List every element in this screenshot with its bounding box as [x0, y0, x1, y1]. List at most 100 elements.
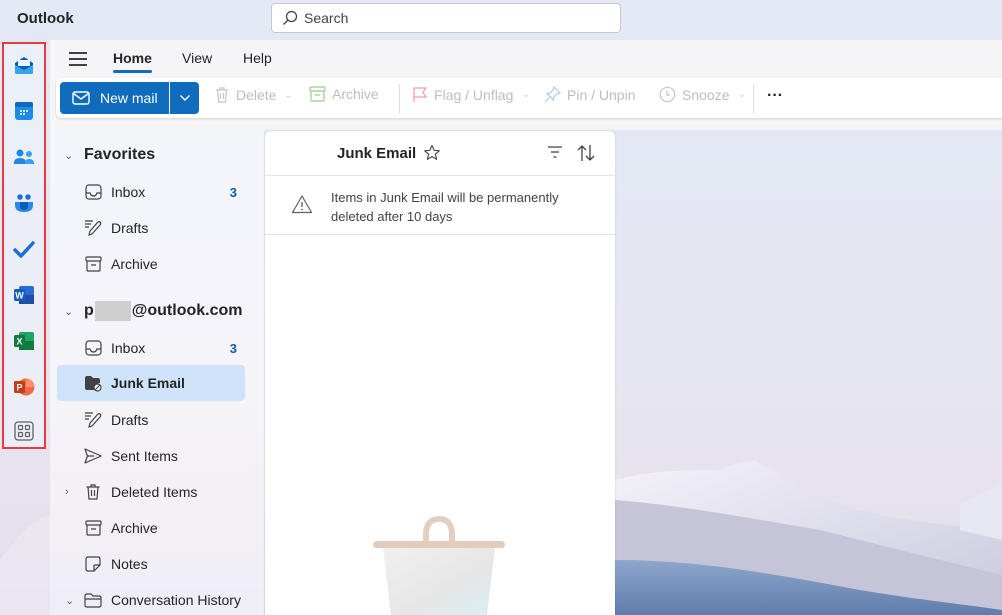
- empty-bin-illustration: [373, 515, 505, 615]
- toolbar: New mail Delete ⌄ Archive Flag / Unflag …: [56, 78, 1002, 118]
- flag-button[interactable]: Flag / Unflag ⌄: [412, 86, 530, 103]
- filter-icon[interactable]: [546, 145, 564, 159]
- tab-help[interactable]: Help: [243, 50, 272, 66]
- rail-mail[interactable]: [12, 53, 36, 77]
- favorite-star-icon[interactable]: [423, 144, 441, 162]
- folder-label: Drafts: [111, 412, 149, 428]
- account-header[interactable]: ⌄ p @outlook.com: [64, 301, 243, 321]
- folder-label: Sent Items: [111, 448, 178, 464]
- search-input[interactable]: [304, 10, 604, 26]
- account-notes[interactable]: Notes: [57, 546, 245, 582]
- chevron-down-icon[interactable]: ⌄: [65, 594, 74, 607]
- favorites-inbox[interactable]: Inbox 3: [57, 174, 245, 210]
- trash-icon: [216, 87, 228, 103]
- favorites-header[interactable]: ⌄ Favorites: [64, 146, 155, 164]
- word-icon: W: [14, 286, 34, 304]
- snooze-label: Snooze: [682, 86, 730, 103]
- archive-button[interactable]: Archive: [309, 86, 379, 102]
- folder-label: Archive: [111, 520, 158, 536]
- folder-label: Inbox: [111, 184, 146, 200]
- folder-title: Junk Email: [337, 145, 417, 162]
- archive-icon: [309, 86, 326, 102]
- hamburger-menu-button[interactable]: [69, 52, 87, 66]
- rail-calendar[interactable]: [12, 99, 36, 123]
- chevron-down-icon: ⌄: [284, 89, 293, 101]
- flag-label: Flag / Unflag: [434, 86, 514, 103]
- rail-todo[interactable]: [12, 237, 36, 261]
- account-archive[interactable]: Archive: [57, 510, 245, 546]
- folder-pane: ⌄ Favorites Inbox 3 Drafts Archive ⌄ p @…: [50, 130, 264, 615]
- new-mail-dropdown-button[interactable]: [170, 82, 199, 114]
- powerpoint-icon: P: [14, 378, 35, 396]
- delete-button[interactable]: Delete ⌄: [214, 86, 293, 104]
- chevron-right-icon[interactable]: ›: [65, 486, 69, 498]
- new-mail-label: New mail: [100, 90, 158, 106]
- tab-home[interactable]: Home: [113, 50, 152, 73]
- account-drafts[interactable]: Drafts: [57, 402, 245, 438]
- junk-icon: [84, 374, 102, 392]
- pin-icon: [544, 86, 561, 103]
- snooze-button[interactable]: Snooze ⌄: [659, 86, 746, 103]
- chevron-down-icon: ⌄: [737, 89, 746, 100]
- account-deleted-items[interactable]: › Deleted Items: [57, 474, 245, 510]
- ribbon: Home View Help New mail Delete ⌄ Archive…: [50, 40, 1002, 130]
- favorites-archive[interactable]: Archive: [57, 246, 245, 282]
- more-options-button[interactable]: ···: [767, 87, 783, 105]
- folder-label: Inbox: [111, 340, 146, 356]
- favorites-drafts[interactable]: Drafts: [57, 210, 245, 246]
- unread-count: 3: [229, 340, 237, 356]
- app-rail: W X P: [2, 42, 46, 449]
- toolbar-divider: [753, 84, 754, 114]
- folder-label: Deleted Items: [111, 484, 198, 500]
- chevron-down-icon: ⌄: [64, 305, 74, 318]
- svg-text:W: W: [15, 291, 24, 301]
- envelope-icon: [72, 91, 90, 105]
- rail-powerpoint[interactable]: P: [12, 375, 36, 399]
- archive-icon: [84, 519, 102, 537]
- sort-icon[interactable]: [576, 143, 596, 163]
- account-sent-items[interactable]: Sent Items: [57, 438, 245, 474]
- people-icon: [14, 149, 34, 164]
- calendar-icon: [15, 102, 33, 120]
- rail-more-apps[interactable]: [12, 419, 36, 443]
- redacted-block: [94, 301, 131, 321]
- rail-people[interactable]: [12, 145, 36, 169]
- folder-label: Archive: [111, 256, 158, 272]
- account-label-prefix: p: [84, 302, 94, 319]
- chevron-down-icon: ⌄: [521, 89, 530, 100]
- folder-label: Notes: [111, 556, 148, 572]
- new-mail-split-button: New mail: [60, 82, 199, 114]
- apps-grid-icon: [14, 421, 34, 441]
- folder-label: Junk Email: [111, 375, 185, 391]
- pin-label: Pin / Unpin: [567, 86, 636, 103]
- account-conversation-history[interactable]: ⌄ Conversation History: [57, 582, 245, 615]
- rail-word[interactable]: W: [12, 283, 36, 307]
- notice-text: Items in Junk Email will be permanently …: [331, 190, 559, 224]
- favorites-label: Favorites: [84, 146, 156, 163]
- account-inbox[interactable]: Inbox 3: [57, 330, 245, 366]
- archive-label: Archive: [332, 86, 379, 102]
- message-list-pane: Junk Email Items in Junk Email will be p…: [265, 131, 615, 615]
- account-junk-email[interactable]: Junk Email: [57, 365, 245, 401]
- title-bar: Outlook: [0, 0, 1002, 40]
- search-box[interactable]: [271, 3, 621, 33]
- drafts-icon: [84, 411, 102, 429]
- trash-icon: [84, 483, 102, 501]
- clock-icon: [659, 86, 676, 103]
- rail-excel[interactable]: X: [12, 329, 36, 353]
- svg-text:X: X: [16, 337, 22, 347]
- chevron-down-icon: [179, 95, 190, 101]
- mail-icon: [15, 57, 33, 74]
- new-mail-button[interactable]: New mail: [60, 82, 170, 114]
- account-label-suffix: @outlook.com: [131, 302, 243, 319]
- rail-teams[interactable]: [12, 191, 36, 215]
- junk-retention-notice: Items in Junk Email will be permanently …: [265, 176, 615, 235]
- flag-icon: [413, 87, 428, 102]
- inbox-icon: [84, 339, 102, 357]
- tab-view[interactable]: View: [182, 50, 212, 66]
- chevron-down-icon: ⌄: [64, 149, 74, 162]
- search-icon: [283, 10, 298, 25]
- app-title: Outlook: [17, 10, 74, 27]
- folder-label: Conversation History: [111, 592, 241, 608]
- pin-button[interactable]: Pin / Unpin: [544, 86, 635, 103]
